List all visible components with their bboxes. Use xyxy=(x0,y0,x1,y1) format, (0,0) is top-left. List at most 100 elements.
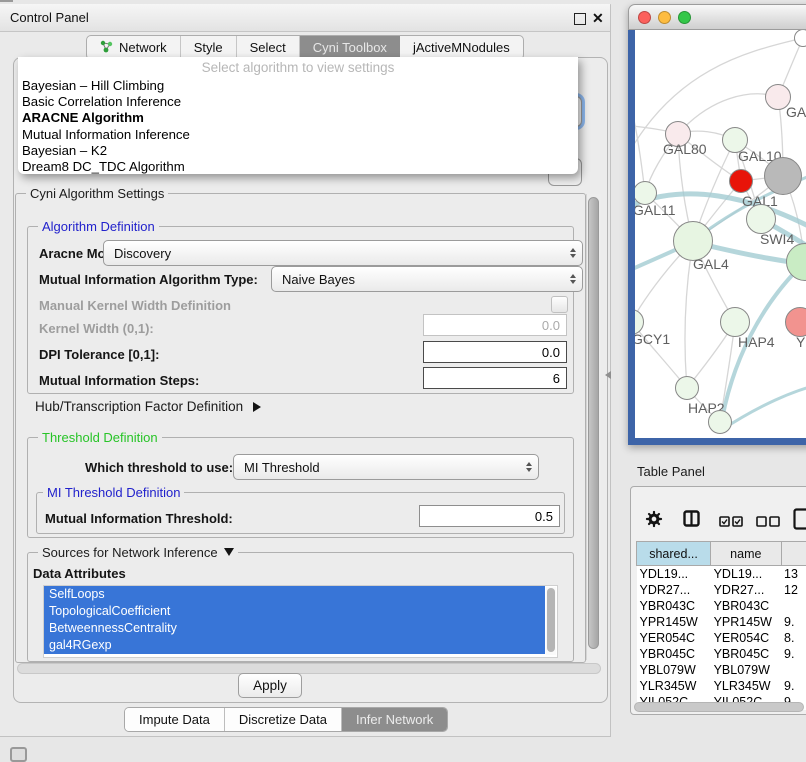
manual-kernel-checkbox[interactable] xyxy=(551,296,568,313)
network-canvas[interactable]: GALGAL80GAL10GAL1GAL11SWI4GAL4GCY1HAP4YH… xyxy=(635,30,806,438)
table-cell[interactable]: 13 xyxy=(781,566,806,583)
mi-type-combo[interactable]: Naive Bayes xyxy=(271,266,583,292)
table-horizontal-scrollbar[interactable] xyxy=(634,702,804,712)
tab-cyni-toolbox[interactable]: Cyni Toolbox xyxy=(300,36,400,59)
float-panel-icon[interactable] xyxy=(574,13,586,25)
table-cell[interactable]: YER054C xyxy=(711,630,781,646)
mi-steps-input[interactable] xyxy=(423,367,567,389)
tab-style[interactable]: Style xyxy=(181,36,237,59)
attribute-list-item[interactable]: gal4RGexp xyxy=(44,637,545,654)
function-builder-icon[interactable] xyxy=(793,508,806,535)
table-row[interactable]: YBR045CYBR045C9. xyxy=(637,646,806,662)
deselect-all-icon[interactable] xyxy=(756,514,780,532)
table-cell[interactable]: YBR045C xyxy=(711,646,781,662)
tab-impute-data[interactable]: Impute Data xyxy=(125,708,225,731)
table-cell[interactable]: YBR043C xyxy=(711,598,781,614)
algorithm-option[interactable]: Bayesian – K2 xyxy=(18,143,578,159)
table-row[interactable]: YPR145WYPR145W9. xyxy=(637,614,806,630)
table-cell[interactable]: YDL19... xyxy=(711,566,781,583)
algorithm-option[interactable]: ARACNE Algorithm xyxy=(18,110,578,126)
column-header-shared-name[interactable]: shared... xyxy=(637,542,711,566)
table-cell[interactable]: YDR27... xyxy=(637,582,711,598)
network-node-hap4[interactable] xyxy=(720,307,750,337)
table-cell[interactable]: YER054C xyxy=(637,630,711,646)
network-node-gal1[interactable] xyxy=(729,169,753,193)
table-cell[interactable]: YPR145W xyxy=(637,614,711,630)
table-row[interactable]: YBL079WYBL079W xyxy=(637,662,806,678)
network-node[interactable] xyxy=(764,157,802,195)
tab-jactivemnodules[interactable]: jActiveMNodules xyxy=(400,36,523,59)
table-cell[interactable]: 9. xyxy=(781,646,806,662)
tab-network[interactable]: Network xyxy=(87,36,181,59)
table-cell[interactable] xyxy=(781,598,806,614)
node-attribute-table: shared... name YDL19...YDL19...13YDR27..… xyxy=(636,541,806,710)
aracne-mode-combo[interactable]: Discovery xyxy=(103,240,583,266)
column-header-extra[interactable] xyxy=(781,542,806,566)
node-label: GAL80 xyxy=(663,141,707,157)
minimize-window-icon[interactable] xyxy=(658,11,671,24)
algorithm-placeholder: Select algorithm to view settings xyxy=(18,57,578,78)
window-edge-mark xyxy=(0,0,13,2)
attribute-list-item[interactable]: TopologicalCoefficient xyxy=(44,603,545,620)
attribute-list-item[interactable]: SelfLoops xyxy=(44,586,545,603)
table-cell[interactable] xyxy=(781,662,806,678)
network-window-titlebar[interactable] xyxy=(628,4,806,30)
tab-infer-network[interactable]: Infer Network xyxy=(342,708,447,731)
table-panel-title: Table Panel xyxy=(628,459,806,485)
panel-divider-collapse-icon[interactable] xyxy=(605,371,611,379)
algorithm-option[interactable]: Dream8 DC_TDC Algorithm xyxy=(18,159,578,175)
table-cell[interactable]: YBL079W xyxy=(637,662,711,678)
network-node[interactable] xyxy=(708,410,732,434)
settings-horizontal-scrollbar[interactable] xyxy=(17,663,601,674)
table-row[interactable]: YBR043CYBR043C xyxy=(637,598,806,614)
apply-button[interactable]: Apply xyxy=(238,673,302,698)
gear-icon[interactable] xyxy=(645,510,663,533)
minimized-panel-icon[interactable] xyxy=(10,747,27,762)
network-node-hap2[interactable] xyxy=(675,376,699,400)
table-cell[interactable]: 8. xyxy=(781,630,806,646)
table-cell[interactable]: YDR27... xyxy=(711,582,781,598)
attributes-scrollbar-thumb[interactable] xyxy=(547,588,555,652)
zoom-window-icon[interactable] xyxy=(678,11,691,24)
algorithm-option[interactable]: Mutual Information Inference xyxy=(18,127,578,143)
table-cell[interactable]: YBR045C xyxy=(637,646,711,662)
settings-vertical-scrollbar[interactable] xyxy=(586,194,601,660)
network-node-gal4[interactable] xyxy=(673,221,713,261)
close-window-icon[interactable] xyxy=(638,11,651,24)
column-visibility-icon[interactable] xyxy=(683,510,700,532)
select-all-icon[interactable] xyxy=(719,514,743,532)
dpi-tolerance-label: DPI Tolerance [0,1]: xyxy=(39,347,159,362)
table-cell[interactable]: 12 xyxy=(781,582,806,598)
combo-stepper-icon xyxy=(526,462,532,472)
table-cell[interactable]: YPR145W xyxy=(711,614,781,630)
table-cell[interactable]: 9. xyxy=(781,614,806,630)
close-panel-icon[interactable]: ✕ xyxy=(592,9,604,27)
mi-threshold-input[interactable] xyxy=(419,505,560,527)
table-cell[interactable]: YBR043C xyxy=(637,598,711,614)
table-row[interactable]: YDL19...YDL19...13 xyxy=(637,566,806,583)
table-row[interactable]: YLR345WYLR345W9. xyxy=(637,678,806,694)
data-attributes-label: Data Attributes xyxy=(33,566,126,581)
which-threshold-combo[interactable]: MI Threshold xyxy=(233,454,539,480)
attributes-scrollbar[interactable] xyxy=(546,587,556,655)
tab-discretize-data[interactable]: Discretize Data xyxy=(225,708,342,731)
hub-definition-expander[interactable]: Hub/Transcription Factor Definition xyxy=(35,399,261,414)
table-cell[interactable]: YLR345W xyxy=(637,678,711,694)
attribute-list-item[interactable]: BetweennessCentrality xyxy=(44,620,545,637)
column-header-name[interactable]: name xyxy=(711,542,781,566)
network-node[interactable] xyxy=(794,30,806,47)
algorithm-definition-title: Algorithm Definition xyxy=(38,219,159,234)
network-node-swi4[interactable] xyxy=(746,204,776,234)
table-cell[interactable]: 9. xyxy=(781,678,806,694)
data-attributes-list[interactable]: SelfLoopsTopologicalCoefficientBetweenne… xyxy=(43,585,558,658)
table-row[interactable]: YER054CYER054C8. xyxy=(637,630,806,646)
settings-scrollbar-thumb[interactable] xyxy=(588,197,599,649)
tab-select[interactable]: Select xyxy=(237,36,300,59)
table-cell[interactable]: YBL079W xyxy=(711,662,781,678)
table-row[interactable]: YDR27...YDR27...12 xyxy=(637,582,806,598)
dpi-tolerance-input[interactable] xyxy=(423,341,567,363)
algorithm-option[interactable]: Bayesian – Hill Climbing xyxy=(18,78,578,94)
table-cell[interactable]: YLR345W xyxy=(711,678,781,694)
algorithm-option[interactable]: Basic Correlation Inference xyxy=(18,94,578,110)
table-cell[interactable]: YDL19... xyxy=(637,566,711,583)
